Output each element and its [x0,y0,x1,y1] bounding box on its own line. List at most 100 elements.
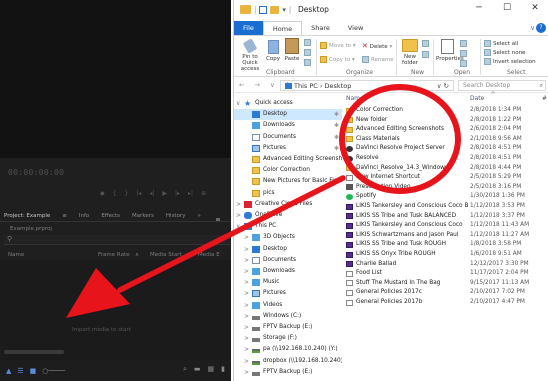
cut-button[interactable] [304,39,313,46]
tab-project[interactable]: Project: Example [4,213,50,219]
nav-item[interactable]: > Creative Cloud Files [234,199,342,210]
paste-button[interactable]: Paste [283,38,301,62]
file-row[interactable]: New folder 2/8/2018 1:22 PM [342,116,548,126]
properties-button[interactable]: Properties [436,39,464,62]
nav-item[interactable]: >3D Objects [234,232,342,243]
nav-item[interactable]: > Videos [234,300,342,311]
col-number[interactable]: # [542,95,547,102]
nav-item[interactable]: > Music [234,277,342,288]
refresh-icon[interactable]: ∨ ↻ [437,81,449,91]
file-row[interactable]: New Internet Shortcut 2/5/2018 5:29 PM [342,173,548,183]
project-list-scrollbar[interactable] [4,350,64,354]
program-monitor[interactable] [0,0,231,158]
expand-chevron-icon[interactable]: > [244,255,249,266]
icon-view-icon[interactable]: ■ [30,367,37,375]
tab-file[interactable]: File [234,21,263,35]
nav-item[interactable]: Advanced Editing Screenshots [234,154,342,165]
ribbon-expand-icon[interactable]: ∨ [530,24,535,32]
expand-chevron-icon[interactable]: > [244,266,249,277]
file-row[interactable]: Stuff The Mustard In The Bag 9/15/2017 11… [342,279,548,289]
maximize-button[interactable]: ☐ [493,3,521,13]
nav-item[interactable]: pics [234,188,342,199]
nav-item[interactable]: ∨ ★ Quick access [234,98,342,109]
copy-to-button[interactable]: Copy to ▾ [320,56,355,63]
file-row[interactable]: Presentation Video 2/5/2018 3:16 PM [342,183,548,193]
file-row[interactable]: General Policies 2017b 2/10/2017 4:47 PM [342,298,548,308]
help-icon[interactable]: ? [536,23,546,33]
nav-item[interactable]: Documents ✱ [234,132,342,143]
expand-chevron-icon[interactable]: > [244,311,249,322]
select-all-button[interactable]: Select all [484,40,518,47]
file-row[interactable]: General Policies 2017c 2/10/2017 7:02 PM [342,288,548,298]
file-row[interactable]: LIKIS Tankersley and Conscious Coco 1/12/… [342,221,548,231]
tab-effects[interactable]: Effects [101,213,120,219]
nav-item[interactable]: > FPTV Backup (E:) [234,367,342,378]
col-date[interactable]: Date [470,95,484,102]
nav-item[interactable]: Desktop ✱ [234,109,342,121]
col-name[interactable]: Name [346,95,364,102]
select-none-button[interactable]: Select none [484,49,525,56]
expand-chevron-icon[interactable]: ∨ [236,221,240,232]
expand-chevron-icon[interactable]: > [244,367,249,378]
nav-item[interactable]: New Pictures for Basic Field [234,176,342,187]
copy-path-button[interactable] [304,49,313,56]
sort-arrow-icon[interactable]: ∧ [135,252,139,258]
expand-chevron-icon[interactable]: > [236,210,241,221]
nav-item[interactable]: > Windows (C:) [234,311,342,322]
file-row[interactable]: DaVinci_Resolve_14.3_Windows 2/8/2018 4:4… [342,164,548,174]
new-bin-icon[interactable]: ▬ [194,365,201,374]
mark-in-icon[interactable]: ◆ [100,190,105,198]
tab-share[interactable]: Share [302,21,339,35]
go-to-out-icon[interactable]: ▸| [188,190,193,198]
delete-button[interactable]: ✕ Delete ▾ [362,42,392,50]
close-button[interactable]: ✕ [521,3,548,13]
move-to-button[interactable]: Move to ▾ [320,42,356,49]
file-row[interactable]: Food List 11/17/2017 2:04 PM [342,269,548,279]
go-to-in-icon[interactable]: } [124,190,128,198]
file-row[interactable]: LIKIS SS Tribe and Tusk ROUGH 1/8/2018 3:… [342,240,548,250]
copy-button[interactable]: Copy [265,40,281,62]
nav-item[interactable]: Pictures ✱ [234,143,342,154]
col-media-end[interactable]: Media E [198,252,220,258]
list-view-icon[interactable]: ☰ [17,367,23,375]
properties-icon[interactable] [259,5,268,14]
edit-button[interactable] [460,50,469,57]
find-icon[interactable]: ⌕ [183,365,187,374]
new-folder-icon[interactable] [270,5,280,14]
title-bar[interactable]: | ▾ | Desktop ─ ☐ ✕ [234,0,548,21]
mark-out-icon[interactable]: { [113,190,117,198]
new-item-button[interactable] [422,40,431,47]
panel-menu-icon[interactable]: ≡ [62,213,67,219]
history-button[interactable] [460,60,469,67]
nav-item[interactable]: > pa (\\192.168.10.240) (Y:) [234,344,342,355]
paste-shortcut-button[interactable] [304,59,313,66]
expand-chevron-icon[interactable]: > [236,199,241,210]
chevron-down-icon[interactable]: ▾ [282,6,286,14]
expand-chevron-icon[interactable]: > [244,356,249,367]
file-row[interactable]: LIKIS Tankersley and Conscious Coco BAL.… [342,202,548,212]
tab-view[interactable]: View [339,21,372,35]
tab-info[interactable]: Info [79,213,89,219]
tab-home[interactable]: Home [262,21,303,35]
nav-item[interactable]: ∨ This PC [234,221,342,232]
trash-icon[interactable]: ▮ [221,365,225,374]
nav-item[interactable]: > Desktop [234,244,342,255]
nav-item[interactable]: > FPTV Backup (E:) [234,322,342,333]
nav-item[interactable]: > dropbox (\\192.168.10.240) (Z:) [234,356,342,367]
play-back-icon[interactable]: ◂| [149,190,154,198]
new-folder-button[interactable]: New folder [399,39,421,66]
nav-item[interactable]: > Storage (F:) [234,333,342,344]
minimize-button[interactable]: ─ [465,3,493,13]
expand-chevron-icon[interactable]: > [244,288,249,299]
pin-to-quick-access-button[interactable]: Pin to Quick access [237,38,263,72]
search-input[interactable]: Search Desktop ⌕ [458,80,546,91]
file-row[interactable]: Class Materials 2/1/2018 9:56 AM [342,135,548,145]
lock-icon[interactable]: ▲ [6,367,11,375]
expand-chevron-icon[interactable]: > [244,344,249,355]
breadcrumb[interactable]: This PC › Desktop [294,82,351,90]
nav-item[interactable]: > Downloads [234,266,342,277]
zoom-slider[interactable]: ○──── [42,367,65,375]
nav-item[interactable]: > Documents [234,255,342,266]
col-media-start[interactable]: Media Start [150,252,182,258]
play-icon[interactable]: ▶ [162,190,167,198]
